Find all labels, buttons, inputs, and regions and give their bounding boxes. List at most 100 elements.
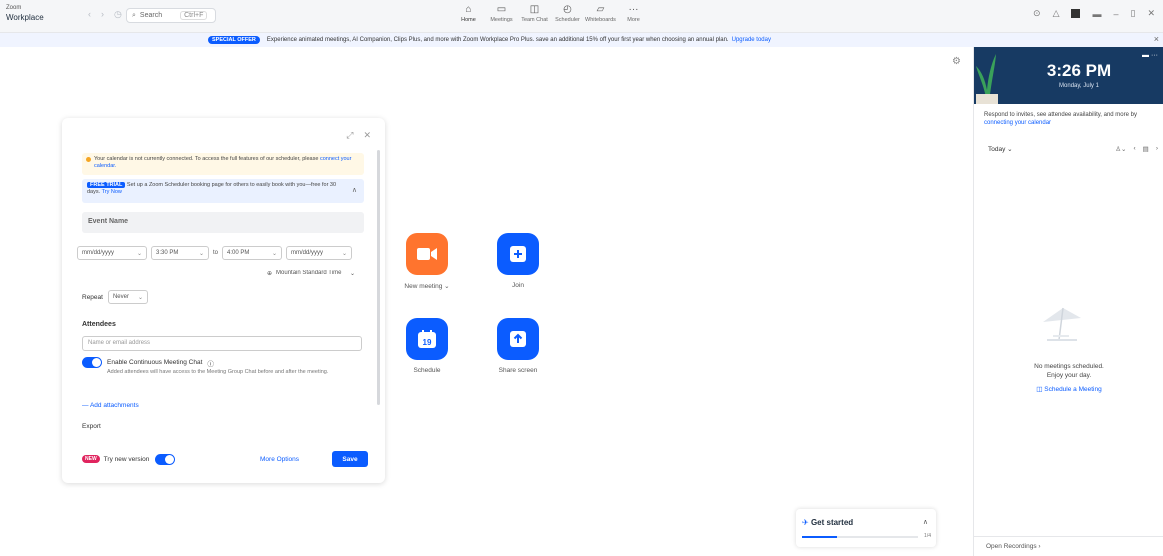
tab-home[interactable]: ⌂ Home [452, 4, 485, 23]
plus-icon [510, 246, 526, 262]
rocket-icon: ✈ [802, 518, 809, 527]
connect-calendar-link-side[interactable]: connecting your calendar [984, 120, 1051, 126]
zoom-logo: Zoom Workplace [6, 4, 44, 22]
people-icon[interactable]: ♙⌄ [1115, 145, 1126, 153]
info-icon[interactable]: ⓘ [207, 358, 214, 368]
join-label: Join [512, 282, 524, 289]
next-day-icon[interactable]: › [1156, 145, 1158, 153]
minimize-app-icon[interactable]: ▬ [1092, 9, 1101, 19]
video-camera-icon [417, 248, 437, 260]
tab-more-label: More [627, 17, 640, 23]
today-row: Today ⌄ ♙⌄ ‹ ▤ › [988, 145, 1158, 153]
back-arrow-icon[interactable]: ‹ [88, 9, 101, 19]
more-options-button[interactable]: More Options [260, 456, 299, 463]
close-icon[interactable]: ✕ [1147, 8, 1155, 19]
timezone-value: Mountain Standard Time [276, 270, 342, 276]
bell-icon[interactable]: △ [1053, 8, 1060, 19]
chevron-up-icon[interactable]: ∧ [923, 518, 928, 526]
start-time-select[interactable]: 3:30 PM ⌄ [151, 246, 209, 260]
start-date-select[interactable]: mm/dd/yyyy ⌄ [77, 246, 147, 260]
settings-icon[interactable]: ⊙ [1033, 8, 1041, 19]
panel-close-icon[interactable]: ✕ [363, 130, 371, 141]
new-meeting-button[interactable] [406, 233, 448, 275]
get-started-title-text: Get started [810, 518, 854, 527]
share-screen-button[interactable] [497, 318, 539, 360]
plant-illustration [976, 54, 998, 104]
repeat-select[interactable]: Never ⌄ [107, 290, 148, 304]
trial-badge: FREE TRIAL [87, 182, 126, 188]
scrollbar[interactable] [377, 150, 380, 405]
forward-arrow-icon[interactable]: › [101, 9, 114, 19]
maximize-icon[interactable]: ▯ [1131, 8, 1136, 19]
search-placeholder: Search [139, 12, 163, 19]
export-label[interactable]: Export [82, 423, 101, 430]
tab-meetings-label: Meetings [490, 17, 513, 23]
brand-line2: Workplace [6, 13, 44, 22]
chevron-up-icon[interactable]: ∧ [352, 187, 357, 194]
search-input[interactable]: ⌕ Search Ctrl+F [126, 8, 216, 23]
warning-icon [86, 157, 91, 162]
minimize-icon[interactable]: – [1113, 9, 1118, 19]
tab-more[interactable]: ··· More [617, 4, 650, 23]
tab-whiteboards[interactable]: ▱ Whiteboards [584, 4, 617, 23]
calendar-view-icon[interactable]: ▤ [1143, 145, 1149, 153]
attachment-icon: — [82, 402, 89, 409]
search-shortcut: Ctrl+F [180, 11, 208, 20]
no-meetings-line1: No meetings scheduled. [1034, 363, 1104, 370]
try-new-version-label: Try new version [103, 455, 150, 463]
end-time-select[interactable]: 4:00 PM ⌄ [222, 246, 283, 260]
day-controls: ♙⌄ ‹ ▤ › [1115, 145, 1158, 153]
promo-close-icon[interactable]: × [1154, 34, 1159, 44]
chevron-down-icon: ⌄ [137, 294, 143, 301]
search-icon: ⌕ [132, 11, 136, 19]
timezone-select[interactable]: ⊕ Mountain Standard Time ⌄ [267, 270, 355, 277]
new-meeting-label: New meeting ⌄ [387, 282, 467, 290]
avatar[interactable] [1071, 9, 1081, 18]
attendees-input[interactable]: Name or email address [82, 336, 362, 351]
chevron-down-icon[interactable]: ⌄ [444, 283, 449, 290]
save-button[interactable]: Save [332, 451, 368, 467]
end-date-select[interactable]: mm/dd/yyyy ⌄ [286, 246, 353, 260]
share-arrow-icon [510, 331, 526, 347]
event-name-input[interactable]: Event Name [82, 212, 364, 233]
get-started-widget[interactable]: ✈ Get started ∧ 1/4 [796, 509, 936, 547]
try-new-version-toggle[interactable] [155, 453, 176, 465]
open-recordings-label: Open Recordings [986, 543, 1037, 550]
tab-meetings[interactable]: ▭ Meetings [485, 4, 518, 23]
menu-icon[interactable]: ▬ ··· [1142, 52, 1158, 59]
clock-header: 3:26 PM Monday, July 1 ▬ ··· [974, 47, 1163, 104]
add-attachments-link[interactable]: — Add attachments [82, 402, 139, 409]
expand-icon[interactable]: ⤢ [346, 130, 353, 141]
chat-icon: ◫ [529, 4, 540, 15]
prev-day-icon[interactable]: ‹ [1134, 145, 1136, 153]
upgrade-link[interactable]: Upgrade today [732, 37, 771, 43]
calendar-plus-icon: ◫ [1036, 386, 1043, 393]
new-badge: NEW [82, 455, 100, 463]
tab-home-label: Home [461, 17, 476, 23]
tab-whiteboards-label: Whiteboards [585, 17, 616, 23]
title-bar: Zoom Workplace ‹›◷ ⌕ Search Ctrl+F ⌂ Hom… [0, 0, 1163, 33]
date-time-row: mm/dd/yyyy ⌄ 3:30 PM ⌄ to 4:00 PM ⌄ mm/dd/y… [77, 246, 353, 260]
schedule-meeting-link[interactable]: ◫ Schedule a Meeting [994, 385, 1144, 393]
gear-icon[interactable]: ⚙ [952, 56, 961, 67]
try-now-link[interactable]: Try Now [102, 189, 122, 195]
schedule-button[interactable]: 19 [406, 318, 448, 360]
home-icon: ⌂ [465, 4, 472, 15]
chevron-down-icon: ⌄ [1007, 146, 1013, 153]
window-controls: ⊙ △ ▬ – ▯ ✕ [1033, 8, 1155, 19]
whiteboard-icon: ▱ [596, 4, 605, 15]
beach-umbrella-illustration [1043, 307, 1081, 341]
main-nav: ⌂ Home ▭ Meetings ◫ Team Chat ◴ Schedule… [452, 4, 650, 23]
promo-banner: SPECIAL OFFER Experience animated meetin… [0, 33, 1163, 47]
tab-team-chat[interactable]: ◫ Team Chat [518, 4, 551, 23]
get-started-title: ✈ Get started [802, 518, 853, 527]
tab-team-chat-label: Team Chat [521, 17, 548, 23]
scheduler-icon: ◴ [563, 4, 572, 15]
to-label: to [213, 250, 219, 256]
today-dropdown[interactable]: Today ⌄ [988, 145, 1013, 153]
open-recordings-link[interactable]: Open Recordings › [974, 536, 1163, 556]
tab-scheduler[interactable]: ◴ Scheduler [551, 4, 584, 23]
continuous-chat-toggle[interactable] [82, 357, 102, 368]
chevron-down-icon: ⌄ [136, 250, 142, 257]
join-button[interactable] [497, 233, 539, 275]
